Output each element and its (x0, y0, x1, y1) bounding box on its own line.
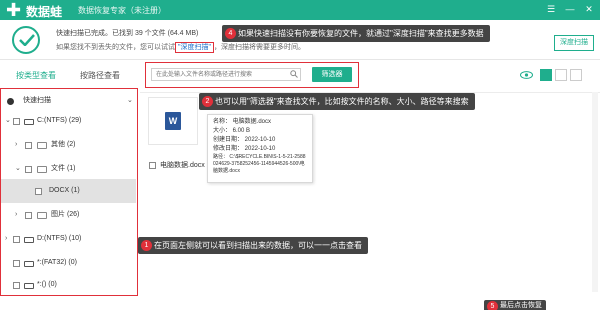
search-input[interactable] (151, 68, 301, 81)
tree-item-quick-scan[interactable]: 快速扫描 ⌄ (1, 91, 136, 111)
word-document-icon: W (165, 112, 181, 130)
annotation-text: 在页面左侧就可以看到扫描出来的数据，可以一一点击查看 (154, 241, 362, 250)
filter-button[interactable]: 筛选器 (312, 67, 352, 82)
checkbox[interactable] (13, 236, 20, 243)
annotation-text: 如果快速扫描没有你要恢复的文件，就通过"深度扫描"来查找更多数据 (238, 29, 484, 38)
folder-icon (37, 166, 47, 173)
annotation-text: 也可以用"筛选器"来查找文件，比如按文件的名称、大小、路径等来搜索 (215, 97, 469, 106)
scan-result-text: 快速扫描已完成。已找到 39 个文件 (64.4 MB) (56, 30, 199, 37)
chevron-down-icon[interactable]: ⌄ (127, 91, 133, 111)
chevron-down-icon[interactable]: ⌄ (15, 159, 21, 179)
search-icon[interactable] (290, 70, 298, 78)
annotation-number: 1 (141, 240, 152, 251)
minimize-icon[interactable]: — (563, 2, 577, 16)
annotation-4: 4 如果快速扫描没有你要恢复的文件，就通过"深度扫描"来查找更多数据 (222, 25, 490, 42)
tooltip-path: 路径： C:\$RECYCLE.BIN\S-1-5-21-2588024629-… (213, 154, 306, 174)
drive-icon (24, 119, 34, 125)
file-name: 电脑数据.docx (160, 162, 205, 169)
file-thumbnail[interactable]: W (148, 97, 198, 145)
chevron-right-icon[interactable]: › (15, 205, 17, 225)
drive-icon (24, 261, 34, 267)
close-icon[interactable]: ✕ (582, 2, 596, 16)
checkbox[interactable] (13, 118, 20, 125)
tree-item-images[interactable]: › 图片 (26) (1, 205, 136, 225)
drive-icon (24, 237, 34, 243)
drive-icon (24, 283, 34, 289)
detail-view-icon[interactable] (570, 69, 582, 81)
deep-scan-button[interactable]: 深度扫描 (554, 35, 594, 51)
file-checkbox[interactable] (149, 162, 156, 169)
scan-complete-icon (12, 26, 40, 54)
tooltip-name: 名称： 电脑数据.docx (213, 119, 272, 125)
app-subtitle: 数据恢复专家（未注册） (78, 6, 166, 15)
checkbox[interactable] (25, 142, 32, 149)
tooltip-created: 创建日期： 2022-10-10 (213, 137, 276, 143)
chevron-right-icon[interactable]: › (15, 135, 17, 155)
tree-item-d-drive[interactable]: › D:(NTFS) (10) (1, 229, 136, 249)
deep-scan-link[interactable]: "深度扫描" (175, 42, 214, 53)
file-tree-panel: 快速扫描 ⌄ ⌄ C:(NTFS) (29) › 其他 (2) ⌄ 文件 (1)… (0, 88, 138, 296)
checkbox[interactable] (13, 260, 20, 267)
annotation-number: 5 (487, 301, 498, 310)
scan-hint-suffix: ，深度扫描将需要更多时间。 (213, 44, 305, 51)
view-tabs: 按类型查看 按路径查看 (0, 70, 140, 84)
tooltip-modified: 修改日期： 2022-10-10 (213, 146, 276, 152)
checkbox[interactable] (7, 98, 14, 105)
tree-item-unknown[interactable]: *:() (0) (1, 275, 136, 295)
scrollbar[interactable] (592, 92, 598, 292)
checkbox[interactable] (25, 212, 32, 219)
tooltip-size: 大小： 6.00 B (213, 128, 251, 134)
chevron-right-icon[interactable]: › (5, 229, 7, 249)
annotation-2: 2 也可以用"筛选器"来查找文件，比如按文件的名称、大小、路径等来搜索 (199, 93, 475, 110)
tab-by-type[interactable]: 按类型查看 (16, 70, 56, 84)
search-filter-bar: 筛选器 (145, 62, 359, 88)
grid-view-icon[interactable] (540, 69, 552, 81)
tree-item-c-drive[interactable]: ⌄ C:(NTFS) (29) (1, 111, 136, 131)
annotation-text: 最后点击恢复 (500, 302, 542, 309)
annotation-5: 5 最后点击恢复 (484, 300, 546, 310)
tab-by-path[interactable]: 按路径查看 (80, 70, 120, 84)
tree-item-other[interactable]: › 其他 (2) (1, 135, 136, 155)
tree-item-documents[interactable]: ⌄ 文件 (1) (1, 159, 136, 179)
checkbox[interactable] (35, 188, 42, 195)
title-bar: ✚ 数据蛙 数据恢复专家（未注册） ☰ — ✕ (0, 0, 600, 20)
app-title: 数据蛙 (26, 5, 63, 19)
checkbox[interactable] (13, 282, 20, 289)
window-controls: ☰ — ✕ (544, 2, 596, 16)
checkbox[interactable] (25, 166, 32, 173)
scan-hint-text: 如果您找不到丢失的文件，您可以试试 "深度扫描" ，深度扫描将需要更多时间。 (56, 42, 305, 53)
list-view-icon[interactable] (555, 69, 567, 81)
scan-hint-prefix: 如果您找不到丢失的文件，您可以试试 (56, 44, 175, 51)
eye-icon[interactable] (520, 71, 533, 79)
folder-icon (37, 142, 47, 149)
file-info-tooltip: 名称： 电脑数据.docx 大小： 6.00 B 创建日期： 2022-10-1… (207, 114, 313, 183)
app-logo-icon: ✚ (6, 0, 22, 20)
annotation-number: 4 (225, 28, 236, 39)
chevron-down-icon[interactable]: ⌄ (5, 111, 11, 131)
annotation-1: 1 在页面左侧就可以看到扫描出来的数据，可以一一点击查看 (138, 237, 368, 254)
annotation-number: 2 (202, 96, 213, 107)
tree-item-fat32[interactable]: *:(FAT32) (0) (1, 253, 136, 273)
folder-icon (37, 212, 47, 219)
tree-item-docx[interactable]: DOCX (1) (1, 179, 136, 203)
menu-icon[interactable]: ☰ (544, 2, 558, 16)
